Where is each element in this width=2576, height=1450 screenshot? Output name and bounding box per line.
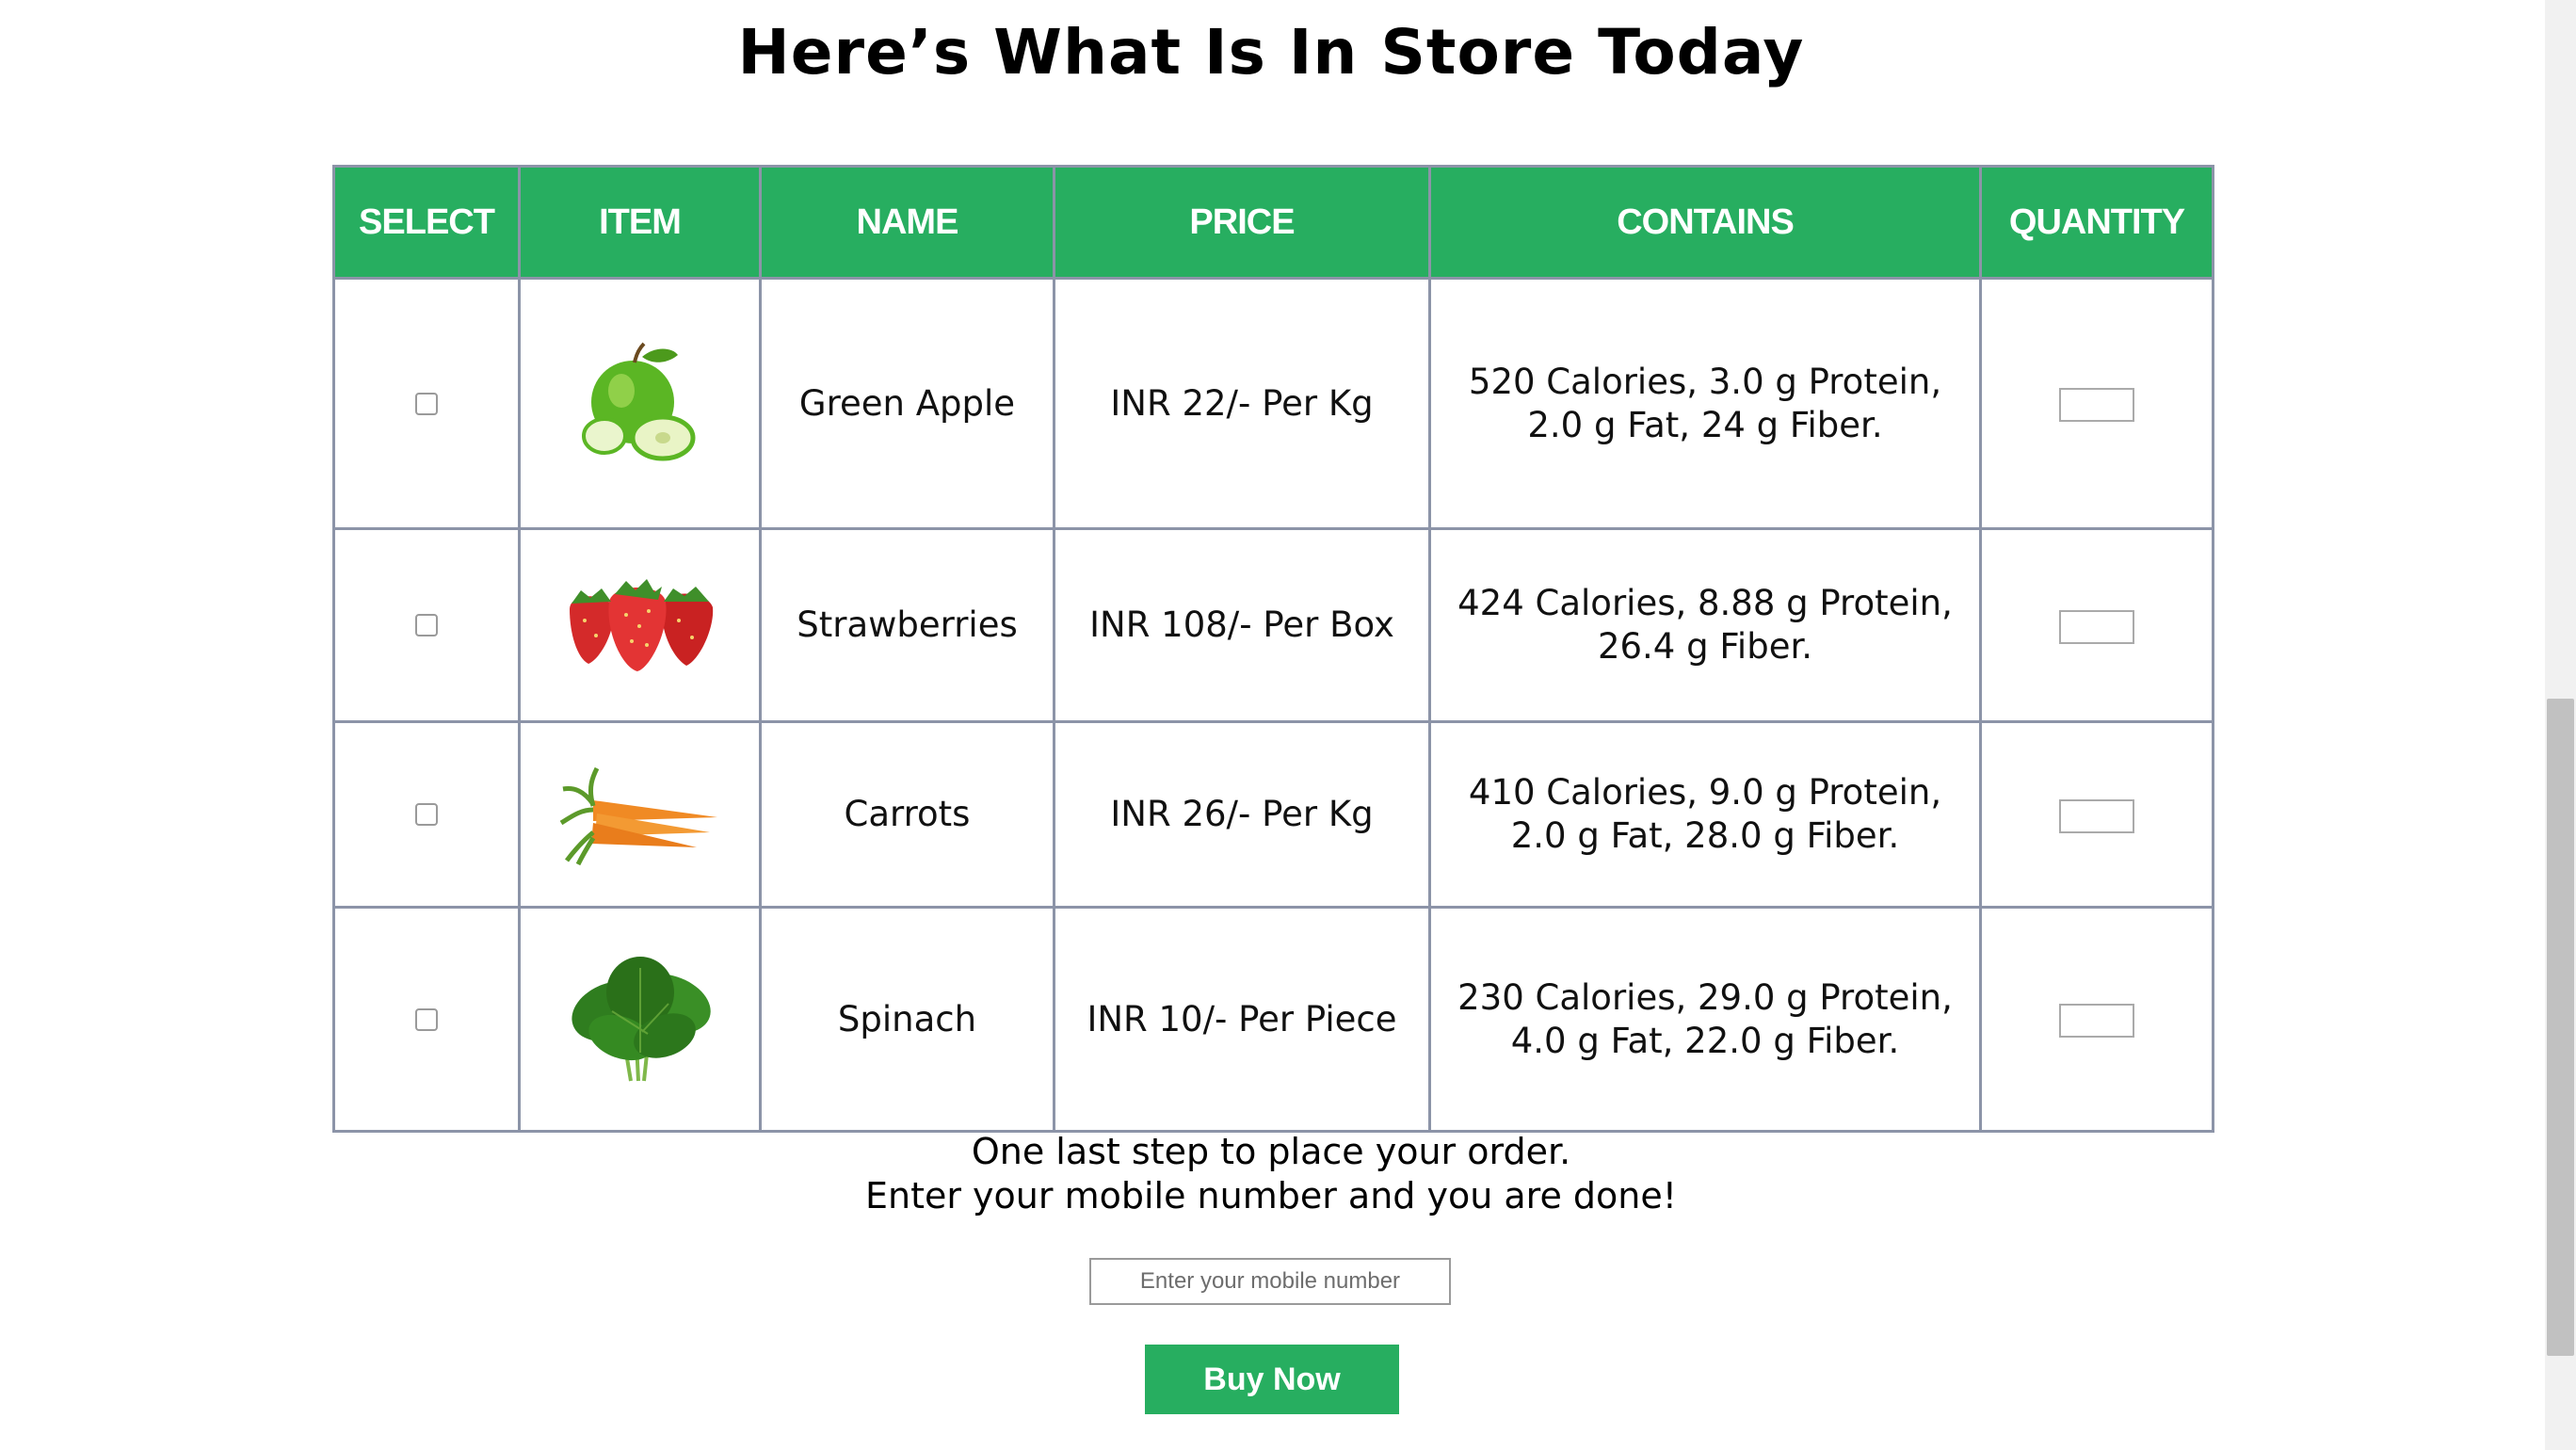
quantity-input-green-apple[interactable] — [2059, 388, 2134, 422]
store-page: Here’s What Is In Store Today SELECT ITE… — [0, 0, 2576, 1450]
item-cell — [518, 277, 762, 530]
spinach-image — [571, 956, 711, 1081]
green-apple-image — [581, 342, 695, 460]
quantity-cell — [1979, 277, 2214, 530]
item-cell — [518, 906, 762, 1133]
quantity-cell — [1979, 720, 2214, 909]
header-name: NAME — [759, 165, 1055, 280]
table-row: Carrots INR 26/- Per Kg 410 Calories, 9.… — [332, 720, 2214, 909]
carrots-image — [559, 766, 717, 866]
order-note-line: One last step to place your order. — [971, 1131, 1571, 1172]
header-quantity: QUANTITY — [1979, 165, 2214, 280]
select-cell — [332, 527, 521, 723]
select-checkbox-strawberries[interactable] — [415, 614, 438, 636]
table-row: Green Apple INR 22/- Per Kg 520 Calories… — [332, 277, 2214, 530]
item-name: Carrots — [759, 720, 1055, 909]
buy-now-button[interactable]: Buy Now — [1145, 1345, 1399, 1414]
select-checkbox-spinach[interactable] — [415, 1007, 438, 1031]
header-select: SELECT — [332, 165, 521, 280]
item-name: Spinach — [759, 906, 1055, 1133]
contains-line: 520 Calories, 3.0 g Protein, — [1468, 361, 1942, 402]
item-contains: 520 Calories, 3.0 g Protein, 2.0 g Fat, … — [1428, 277, 1982, 530]
table-row: Spinach INR 10/- Per Piece 230 Calories,… — [332, 906, 2214, 1133]
item-contains: 424 Calories, 8.88 g Protein, 26.4 g Fib… — [1428, 527, 1982, 723]
header-item: ITEM — [518, 165, 762, 280]
quantity-input-strawberries[interactable] — [2059, 609, 2134, 644]
item-contains: 230 Calories, 29.0 g Protein, 4.0 g Fat,… — [1428, 906, 1982, 1133]
contains-line: 4.0 g Fat, 22.0 g Fiber. — [1510, 1020, 1900, 1061]
item-price: INR 10/- Per Piece — [1053, 906, 1431, 1133]
table-row: Strawberries INR 108/- Per Box 424 Calor… — [332, 527, 2214, 723]
item-price: INR 108/- Per Box — [1053, 527, 1431, 723]
contains-line: 424 Calories, 8.88 g Protein, — [1457, 583, 1953, 623]
strawberries-image — [569, 579, 713, 671]
quantity-cell — [1979, 906, 2214, 1133]
item-price: INR 26/- Per Kg — [1053, 720, 1431, 909]
contains-line: 2.0 g Fat, 24 g Fiber. — [1527, 404, 1883, 445]
order-note-line: Enter your mobile number and you are don… — [864, 1175, 1677, 1216]
contains-line: 410 Calories, 9.0 g Protein, — [1468, 772, 1942, 813]
mobile-number-input[interactable]: Enter your mobile number — [1089, 1258, 1451, 1305]
quantity-input-spinach[interactable] — [2059, 1004, 2134, 1038]
store-table: SELECT ITEM NAME PRICE CONTAINS QUANTITY — [332, 165, 2214, 1133]
select-checkbox-carrots[interactable] — [415, 803, 438, 826]
select-cell — [332, 906, 521, 1133]
select-cell — [332, 277, 521, 530]
quantity-input-carrots[interactable] — [2059, 798, 2134, 833]
select-checkbox-green-apple[interactable] — [415, 392, 438, 415]
item-cell — [518, 720, 762, 909]
item-contains: 410 Calories, 9.0 g Protein, 2.0 g Fat, … — [1428, 720, 1982, 909]
contains-line: 26.4 g Fiber. — [1597, 626, 1813, 667]
table-header-row: SELECT ITEM NAME PRICE CONTAINS QUANTITY — [332, 165, 2214, 280]
item-price: INR 22/- Per Kg — [1053, 277, 1431, 530]
item-cell — [518, 527, 762, 723]
item-name: Strawberries — [759, 527, 1055, 723]
order-instructions: One last step to place your order. Enter… — [0, 1130, 2542, 1218]
contains-line: 230 Calories, 29.0 g Protein, — [1457, 976, 1953, 1018]
page-title: Here’s What Is In Store Today — [737, 16, 1805, 89]
item-name: Green Apple — [759, 277, 1055, 530]
header-contains: CONTAINS — [1428, 165, 1982, 280]
select-cell — [332, 720, 521, 909]
contains-line: 2.0 g Fat, 28.0 g Fiber. — [1510, 815, 1900, 856]
quantity-cell — [1979, 527, 2214, 723]
header-price: PRICE — [1053, 165, 1431, 280]
scrollbar-thumb[interactable] — [2547, 699, 2574, 1356]
